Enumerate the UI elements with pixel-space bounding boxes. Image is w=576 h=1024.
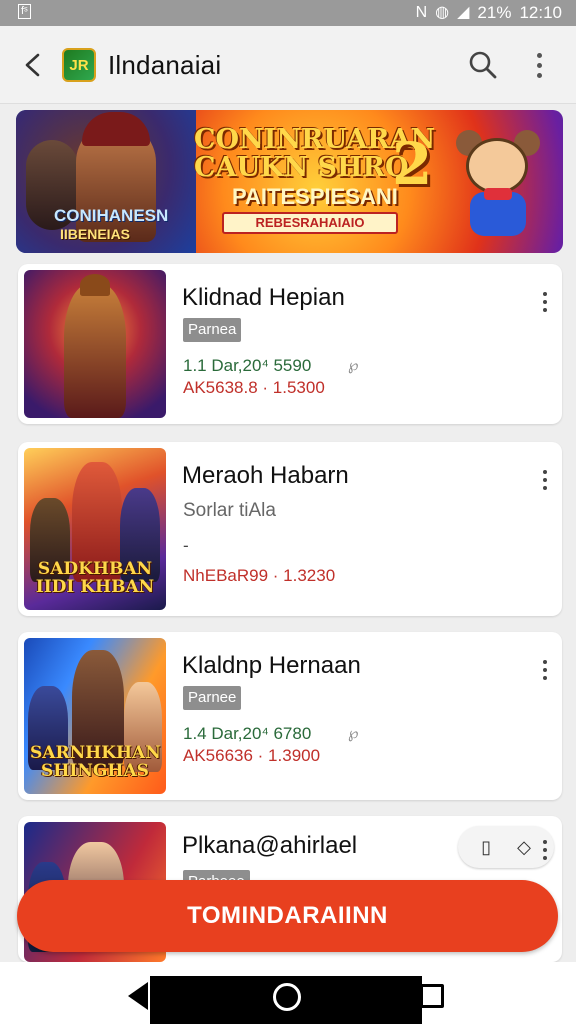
game-badge: Parnee xyxy=(183,686,242,710)
page-title: Ilndanaiai xyxy=(108,50,222,80)
search-button[interactable] xyxy=(466,48,500,82)
nfc-icon: N xyxy=(415,4,428,21)
game-list-item[interactable]: SARNHKHAN SHINGHAS Klaldnp Hernaan Parne… xyxy=(18,632,562,800)
thumb-icon[interactable]: ▯ xyxy=(481,837,491,858)
thumb-caption: SADKHBAN IIDI KHBAN xyxy=(35,559,155,597)
more-vertical-icon xyxy=(543,470,547,474)
game-stats: AK56636 · 1.3900 xyxy=(183,746,321,765)
app-bar: JR Ilndanaiai xyxy=(0,26,576,104)
thumb-character xyxy=(64,284,126,418)
banner-left-text: CONIHANESN xyxy=(54,206,169,225)
info-icon: ℘ xyxy=(348,725,359,742)
banner-number: 2 xyxy=(392,130,433,198)
promo-banner[interactable]: CONIHANESN IIBENEIAS CONINRUARAN CAUKN S… xyxy=(16,110,563,253)
mascot-bow xyxy=(484,188,512,200)
more-options-button[interactable] xyxy=(524,48,554,82)
game-thumbnail: SADKHBAN IIDI KHBAN xyxy=(24,448,166,610)
back-arrow-icon xyxy=(25,53,40,77)
more-dot xyxy=(543,300,547,304)
install-button[interactable]: TOMINDARAIINN xyxy=(17,880,558,952)
game-meta: - xyxy=(183,536,189,555)
game-name: Plkana@ahirlael xyxy=(182,832,358,859)
more-vertical-icon xyxy=(536,52,542,58)
banner-subtitle: PAITESPIESANI xyxy=(232,184,398,209)
diamond-icon[interactable]: ◇ xyxy=(517,837,531,858)
more-dot xyxy=(543,848,547,852)
clock: 12:10 xyxy=(519,3,562,22)
game-list-item[interactable]: Klidnad Hepian Parnea 1.1 Dar,20⁴ 5590 ℘… xyxy=(18,264,562,424)
banner-left-subtext: IIBENEIAS xyxy=(60,226,131,242)
more-dot xyxy=(536,62,542,68)
more-vertical-icon xyxy=(543,660,547,664)
nav-home-icon[interactable] xyxy=(273,983,301,1011)
game-subtitle: Sorlar tiAla xyxy=(183,500,276,521)
wifi-icon: ◍ xyxy=(435,4,450,21)
notification-icon: fˢ xyxy=(18,4,31,19)
more-vertical-icon xyxy=(543,292,547,296)
game-thumbnail: SARNHKHAN SHINGHAS xyxy=(24,638,166,794)
status-bar: fˢ N ◍ ◢ 21% 12:10 xyxy=(0,0,576,26)
info-icon: ℘ xyxy=(348,357,359,374)
game-name: Meraoh Habarn xyxy=(182,462,349,489)
item-more-button[interactable] xyxy=(534,656,556,684)
game-badge: Parnea xyxy=(183,318,242,342)
banner-mascot xyxy=(456,130,540,240)
mascot-head xyxy=(466,138,528,194)
game-stats: AK5638.8 · 1.5300 xyxy=(183,378,325,397)
item-more-button[interactable] xyxy=(534,466,556,494)
status-icons: N ◍ ◢ 21% 12:10 xyxy=(416,2,562,24)
back-button[interactable] xyxy=(16,48,50,82)
thumb-character-helmet xyxy=(80,274,110,296)
game-meta: 1.1 Dar,20⁴ 5590 xyxy=(183,356,312,375)
game-meta: 1.4 Dar,20⁴ 6780 xyxy=(183,724,312,743)
more-dot xyxy=(543,676,547,680)
nav-back-icon[interactable] xyxy=(128,982,148,1010)
more-dot xyxy=(543,486,547,490)
banner-ribbon: REBESRAHAIAIO xyxy=(222,212,398,234)
thumb-caption: SARNHKHAN SHINGHAS xyxy=(30,743,161,781)
item-more-button[interactable] xyxy=(534,836,556,864)
search-icon xyxy=(469,51,497,79)
more-dot xyxy=(543,478,547,482)
game-list-item[interactable]: SADKHBAN IIDI KHBAN Meraoh Habarn Sorlar… xyxy=(18,442,562,616)
game-name: Klaldnp Hernaan xyxy=(182,652,361,679)
signal-icon: ◢ xyxy=(457,4,470,21)
more-dot xyxy=(543,308,547,312)
more-vertical-icon xyxy=(543,840,547,844)
app-logo: JR xyxy=(62,48,96,82)
more-dot xyxy=(536,72,542,78)
item-more-button[interactable] xyxy=(534,288,556,316)
more-dot xyxy=(543,856,547,860)
game-name: Klidnad Hepian xyxy=(182,284,345,311)
game-thumbnail xyxy=(24,270,166,418)
game-stats: NhEBaR99 · 1.3230 xyxy=(183,566,336,585)
more-dot xyxy=(543,668,547,672)
battery-percent: 21% xyxy=(477,3,512,22)
nav-recents-icon[interactable] xyxy=(420,984,444,1008)
